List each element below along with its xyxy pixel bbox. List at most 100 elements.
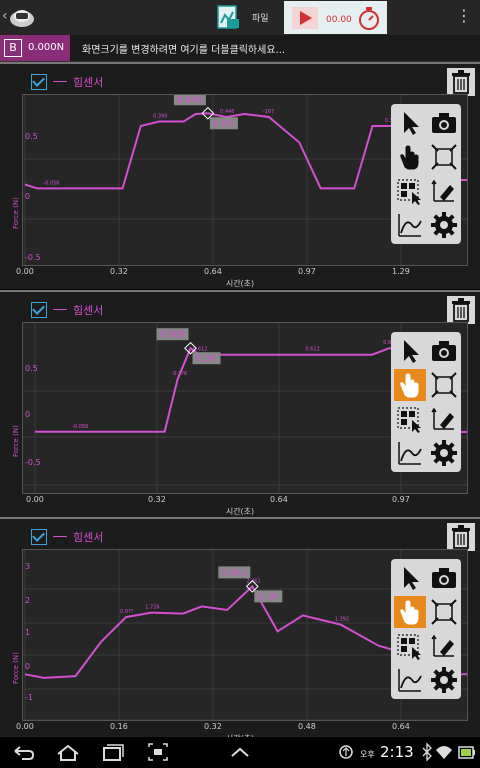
x-tick-label: 0.97 (392, 495, 410, 504)
series-visibility-checkbox[interactable] (31, 529, 47, 545)
file-label[interactable]: 파일 (252, 11, 269, 24)
hand-pan-icon[interactable] (394, 596, 426, 628)
data-point-label: 0.612 (305, 347, 319, 353)
play-icon[interactable] (292, 7, 318, 29)
y-tick-label: -0.5 (25, 253, 41, 262)
legend-swatch (53, 536, 67, 537)
x-axis-label: 시간(초) (225, 507, 255, 516)
sensor-letter: B (4, 39, 22, 57)
select-region-icon[interactable] (394, 175, 426, 207)
chevron-up-icon[interactable] (228, 737, 252, 768)
cursor-value: 0.668 (160, 330, 186, 340)
data-point-label: 0.9?? (120, 609, 134, 615)
top-toolbar: ‹ 파일 00.00 ⋮ (0, 0, 480, 35)
x-tick-label: 0.32 (110, 267, 128, 276)
x-tick-label: 0.16 (110, 722, 128, 731)
select-region-icon[interactable] (394, 403, 426, 435)
graph-tool-palette (391, 332, 461, 472)
recent-apps-icon[interactable] (98, 737, 126, 768)
data-point-label: -0.3?6 (172, 371, 188, 377)
x-tick-label: 0.64 (270, 495, 288, 504)
hand-pan-icon[interactable] (394, 369, 426, 401)
y-tick-label: 3 (25, 562, 31, 571)
graph-panel: 힘센서0.9??1.7262.4611.3920.5972.4610.36321… (0, 517, 480, 744)
sensor-value-badge[interactable]: B 0.000N (0, 35, 70, 61)
x-tick-label: 0.32 (148, 495, 166, 504)
file-icon[interactable] (214, 3, 242, 31)
series-visibility-checkbox[interactable] (31, 302, 47, 318)
usb-status-icon (339, 745, 353, 759)
axis-edit-icon[interactable] (428, 630, 460, 662)
curve-fit-icon[interactable] (394, 437, 426, 469)
wifi-icon (436, 746, 452, 759)
curve-fit-icon[interactable] (394, 209, 426, 241)
y-tick-label: 0 (25, 662, 31, 671)
app-logo-icon[interactable] (8, 4, 36, 30)
cursor-arrow-icon[interactable] (394, 335, 426, 367)
zoom-fit-icon[interactable] (428, 369, 460, 401)
battery-icon (458, 746, 475, 759)
screenshot-icon[interactable] (145, 737, 171, 768)
data-point-label: 1.392 (335, 617, 349, 623)
axis-edit-icon[interactable] (428, 403, 460, 435)
data-point-label: -0.056 (72, 424, 88, 430)
hand-pan-icon[interactable] (394, 141, 426, 173)
x-axis-label: 시간(초) (225, 279, 255, 288)
graph-panel: 힘센서-0.056-0.3?60.6120.6120.668-0.0580.66… (0, 290, 480, 517)
x-tick-label: 0.64 (392, 722, 410, 731)
legend-swatch (53, 81, 67, 82)
legend-label: 힘센서 (73, 304, 104, 317)
y-tick-label: 0 (25, 410, 31, 419)
legend-label: 힘센서 (73, 531, 104, 544)
x-tick-label: 0.64 (204, 267, 222, 276)
back-icon[interactable] (10, 737, 36, 768)
data-point-label: -167 (263, 109, 274, 115)
y-tick-label: 0 (25, 192, 31, 201)
settings-gear-icon[interactable] (428, 664, 460, 696)
stopwatch-icon[interactable] (356, 4, 382, 32)
camera-icon[interactable] (428, 335, 460, 367)
graph-panel: 힘센서 -0.056 0.390 0.446 -167 0.3 0.445 0.60 0.5 0-… (0, 62, 480, 289)
sensor-value: 0.000N (28, 42, 65, 53)
x-tick-label: 0.00 (16, 267, 34, 276)
camera-icon[interactable] (428, 562, 460, 594)
data-point-label: 0.390 (153, 114, 167, 120)
zoom-fit-icon[interactable] (428, 141, 460, 173)
bluetooth-icon (422, 742, 432, 762)
x-tick-label: 0.32 (204, 722, 222, 731)
settings-gear-icon[interactable] (428, 437, 460, 469)
delete-graph-icon[interactable] (447, 523, 475, 551)
record-control: 00.00 (284, 1, 387, 34)
clock-time: 2:13 (380, 743, 414, 761)
y-tick-label: 1 (25, 628, 31, 637)
y-tick-label: 2 (25, 596, 31, 605)
data-point-label: 1.726 (145, 605, 159, 611)
series-visibility-checkbox[interactable] (31, 74, 47, 90)
panel-divider (0, 290, 480, 292)
panel-divider (0, 62, 480, 64)
cursor-time: 0.36 (257, 592, 277, 602)
cursor-arrow-icon[interactable] (394, 107, 426, 139)
data-point-label: 0.446 (220, 109, 234, 115)
cursor-arrow-icon[interactable] (394, 562, 426, 594)
system-nav-bar: 오후 2:13 (0, 737, 480, 768)
back-chevron-icon[interactable]: ‹ (2, 8, 8, 24)
overflow-menu-icon[interactable]: ⋮ (456, 8, 472, 24)
zoom-fit-icon[interactable] (428, 596, 460, 628)
sensor-info-bar[interactable]: B 0.000N 화면크기를 변경하려면 여기를 더블클릭하세요... (0, 35, 480, 62)
settings-gear-icon[interactable] (428, 209, 460, 241)
camera-icon[interactable] (428, 107, 460, 139)
home-icon[interactable] (54, 737, 82, 768)
resize-hint[interactable]: 화면크기를 변경하려면 여기를 더블클릭하세요... (82, 41, 285, 56)
graph-tool-palette (391, 104, 461, 244)
y-tick-label: 0.5 (25, 364, 38, 373)
axis-edit-icon[interactable] (428, 175, 460, 207)
data-point-label: -0.056 (43, 180, 59, 186)
cursor-value: 0.445 (177, 95, 203, 105)
delete-graph-icon[interactable] (447, 68, 475, 96)
select-region-icon[interactable] (394, 630, 426, 662)
cursor-time: 0.60 (213, 119, 233, 129)
delete-graph-icon[interactable] (447, 296, 475, 324)
x-tick-label: 0.00 (16, 722, 34, 731)
curve-fit-icon[interactable] (394, 664, 426, 696)
